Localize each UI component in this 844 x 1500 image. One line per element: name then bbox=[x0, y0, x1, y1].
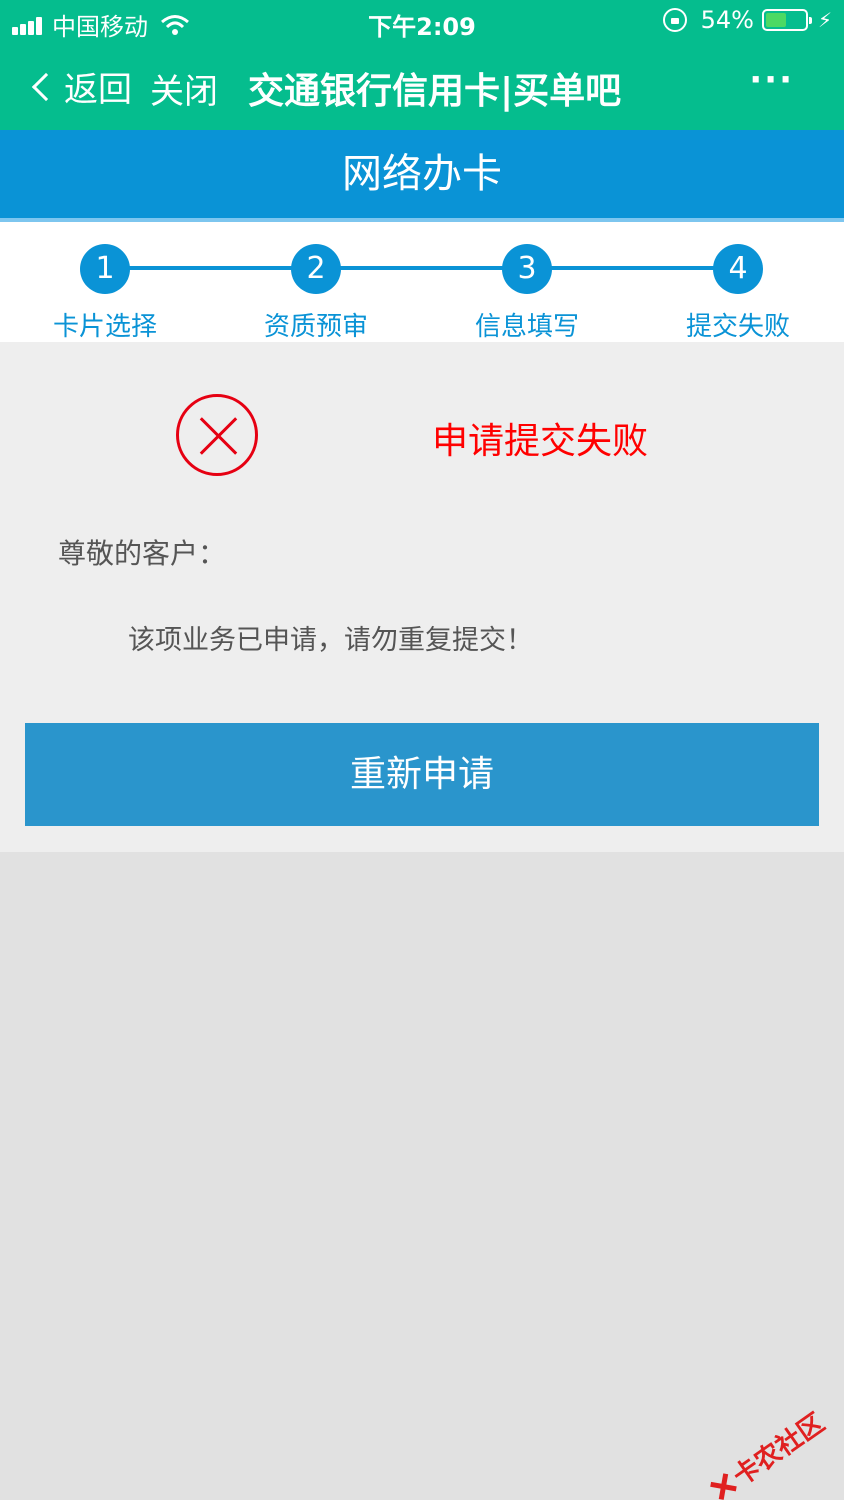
step-4: 4 提交失败 bbox=[658, 244, 818, 343]
step-number: 1 bbox=[80, 244, 130, 294]
error-x-icon bbox=[176, 394, 258, 476]
error-title: 申请提交失败 bbox=[432, 421, 649, 462]
chevron-left-icon bbox=[31, 72, 61, 101]
back-button[interactable]: 返回 bbox=[30, 62, 132, 111]
nav-bar: 返回 关闭 交通银行信用卡|买单吧 ··· bbox=[0, 42, 844, 130]
charging-icon: ⚡ bbox=[817, 8, 832, 32]
watermark: 卡农社区 bbox=[703, 1403, 831, 1500]
rotation-lock-icon bbox=[662, 8, 687, 32]
step-number: 2 bbox=[291, 244, 341, 294]
page-title: 交通银行信用卡|买单吧 bbox=[248, 71, 622, 112]
step-label: 提交失败 bbox=[685, 312, 790, 342]
close-button[interactable]: 关闭 bbox=[150, 64, 218, 113]
more-menu-icon[interactable]: ··· bbox=[749, 60, 794, 100]
watermark-text: 卡农社区 bbox=[727, 1407, 831, 1493]
top-bar: 中国移动 下午2:09 54% ⚡ 返回 关闭 交通银行信用卡|买单吧 ··· bbox=[0, 0, 844, 130]
step-number: 4 bbox=[713, 244, 763, 294]
greeting-text: 尊敬的客户： bbox=[58, 537, 227, 570]
battery-percent: 54% bbox=[700, 6, 754, 34]
step-3: 3 信息填写 bbox=[447, 244, 607, 343]
status-bar: 中国移动 下午2:09 54% ⚡ bbox=[0, 0, 844, 42]
back-label: 返回 bbox=[64, 70, 132, 110]
progress-steps: 1 卡片选择 2 资质预审 3 信息填写 4 提交失败 bbox=[0, 222, 844, 342]
step-2: 2 资质预审 bbox=[236, 244, 396, 343]
step-label: 资质预审 bbox=[263, 312, 368, 342]
step-number: 3 bbox=[502, 244, 552, 294]
error-message: 该项业务已申请，请勿重复提交！ bbox=[128, 625, 533, 656]
battery-icon bbox=[761, 9, 812, 31]
steps-connector-line bbox=[105, 266, 738, 270]
retry-button[interactable]: 重新申请 bbox=[25, 723, 819, 826]
step-label: 卡片选择 bbox=[52, 312, 157, 342]
step-1: 1 卡片选择 bbox=[25, 244, 185, 343]
section-header: 网络办卡 bbox=[0, 130, 844, 222]
result-panel: 申请提交失败 尊敬的客户： 该项业务已申请，请勿重复提交！ 重新申请 bbox=[0, 342, 844, 852]
step-label: 信息填写 bbox=[474, 312, 579, 342]
